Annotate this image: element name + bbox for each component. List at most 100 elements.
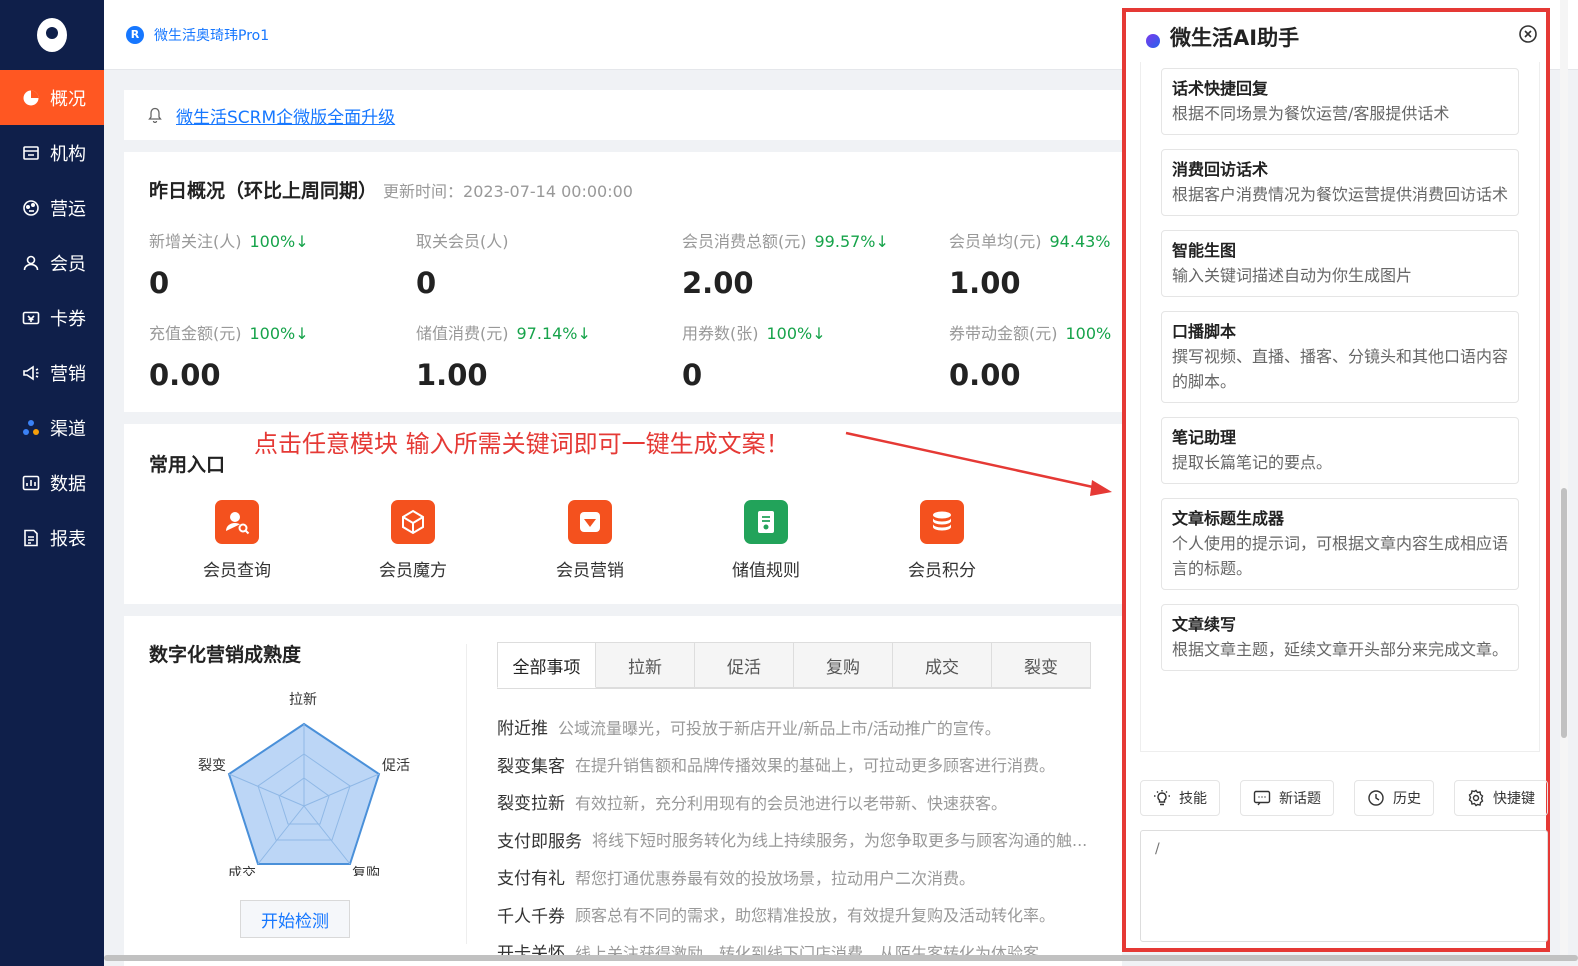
- metric-change: 97.14%↓: [516, 324, 591, 343]
- new-topic-button[interactable]: 新话题: [1240, 780, 1334, 816]
- metric-coupons-used: 用券数(张) 100%↓ 0: [682, 320, 947, 392]
- metric-label: 券带动金额(元) 100%: [949, 320, 1122, 344]
- tool-label: 新话题: [1279, 791, 1321, 807]
- entry-member-points[interactable]: 会员积分: [882, 500, 1002, 581]
- entries-title: 常用入口: [149, 454, 226, 476]
- sidebar-item-label: 渠道: [50, 418, 86, 440]
- close-icon[interactable]: [1518, 24, 1538, 44]
- org-name[interactable]: 微生活奥琦玮Pro1: [154, 25, 269, 45]
- ai-chat-input[interactable]: [1140, 830, 1548, 942]
- entry-label: 会员积分: [908, 561, 976, 581]
- skill-script[interactable]: 口播脚本撰写视频、直播、播客、分镜头和其他口语内容的脚本。: [1161, 311, 1519, 403]
- gem-icon: [568, 500, 612, 544]
- divider: [466, 644, 467, 944]
- radar-label-new: 拉新: [289, 692, 317, 708]
- entry-stored-rules[interactable]: 储值规则: [706, 500, 826, 581]
- row-desc: 将线下短时服务转化为线上持续服务，为您争取更多与顾客沟通的触...: [592, 831, 1088, 851]
- list-item[interactable]: 支付有礼 帮您打通优惠券最有效的投放场景，拉动用户二次消费。: [497, 858, 1122, 896]
- ai-assistant-panel: 微生活AI助手 话术快捷回复 根据不同场景为餐饮运营/客服提供话术 消费回访话术根…: [1122, 8, 1550, 952]
- metric-label-text: 充值金额(元): [149, 324, 242, 343]
- entry-member-search[interactable]: 会员查询: [177, 500, 297, 581]
- tab-fission[interactable]: 裂变: [992, 642, 1091, 688]
- tab-repurchase[interactable]: 复购: [794, 642, 893, 688]
- overview-title-text: 昨日概况（环比上周同期）: [149, 180, 378, 202]
- ai-logo-icon: [1146, 34, 1160, 48]
- org-badge: R: [126, 25, 144, 44]
- overview-title: 昨日概况（环比上周同期） 更新时间：2023-07-14 00:00:00: [149, 176, 1122, 203]
- start-detect-button[interactable]: 开始检测: [240, 900, 350, 938]
- sidebar-item-member[interactable]: 会员: [0, 235, 104, 290]
- list-item[interactable]: 裂变集客 在提升销售额和品牌传播效果的基础上，可拉动更多顾客进行消费。: [497, 746, 1122, 784]
- skill-desc: 撰写视频、直播、播客、分镜头和其他口语内容的脚本。: [1172, 347, 1509, 391]
- metric-label-text: 用券数(张): [682, 324, 759, 343]
- row-name: 千人千券: [497, 906, 565, 927]
- list-item[interactable]: 裂变拉新 有效拉新，充分利用现有的会员池进行以老带新、快速获客。: [497, 783, 1122, 821]
- maturity-tabs: 全部事项 拉新 促活 复购 成交 裂变: [497, 642, 1091, 689]
- skill-continue[interactable]: 文章续写 根据文章主题，延续文章开头部分来完成文章。: [1161, 604, 1519, 671]
- row-desc: 在提升销售额和品牌传播效果的基础上，可拉动更多顾客进行消费。: [575, 756, 1056, 776]
- sidebar-item-label: 概况: [50, 88, 86, 110]
- sidebar-item-label: 营销: [50, 363, 86, 385]
- tab-deal[interactable]: 成交: [893, 642, 992, 688]
- entry-label: 储值规则: [732, 561, 800, 581]
- metric-label: 会员单均(元) 94.43%: [949, 228, 1122, 252]
- list-item[interactable]: 千人千券 顾客总有不同的需求，助您精准投放，有效提升复购及活动转化率。: [497, 896, 1122, 934]
- campaign-list: 附近推 公域流量曝光，可投放于新店开业/新品上市/活动推广的宣传。 裂变集客 在提升…: [497, 708, 1122, 966]
- skill-image-gen[interactable]: 智能生图 输入关键词描述自动为你生成图片: [1161, 230, 1519, 297]
- entry-member-marketing[interactable]: 会员营销: [530, 500, 650, 581]
- sidebar-item-channel[interactable]: 渠道: [0, 400, 104, 455]
- entry-member-cube[interactable]: 会员魔方: [353, 500, 473, 581]
- history-button[interactable]: 历史: [1354, 780, 1434, 816]
- shortcuts-button[interactable]: 快捷键: [1454, 780, 1548, 816]
- row-name: 附近推: [497, 719, 548, 740]
- metric-change: 99.57%↓: [814, 232, 889, 251]
- metric-label: 会员消费总额(元) 99.57%↓: [682, 228, 947, 252]
- sidebar-item-label: 卡券: [50, 308, 86, 330]
- sidebar: 概况 机构 营运 会员 卡券 营销 渠道 数据 报表: [0, 0, 104, 966]
- metric-label-text: 会员单均(元): [949, 232, 1042, 251]
- list-item[interactable]: 支付即服务 将线下短时服务转化为线上持续服务，为您争取更多与顾客沟通的触...: [497, 821, 1122, 859]
- skill-title-gen[interactable]: 文章标题生成器 个人使用的提示词，可根据文章内容生成相应语言的标题。: [1161, 498, 1519, 590]
- metric-label: 新增关注(人) 100%↓: [149, 228, 414, 252]
- tool-label: 快捷键: [1493, 791, 1535, 807]
- metric-change: 100%: [1065, 324, 1112, 343]
- metric-avg-order: 会员单均(元) 94.43% 1.00: [949, 228, 1122, 300]
- radar-label-deal: 成交: [228, 865, 256, 876]
- entry-label: 会员查询: [203, 561, 271, 581]
- metric-label: 用券数(张) 100%↓: [682, 320, 947, 344]
- sidebar-item-data[interactable]: 数据: [0, 455, 104, 510]
- skill-notes[interactable]: 笔记助理 提取长篇笔记的要点。: [1161, 417, 1519, 484]
- tab-new[interactable]: 拉新: [596, 642, 695, 688]
- list-item[interactable]: 附近推 公域流量曝光，可投放于新店开业/新品上市/活动推广的宣传。: [497, 708, 1122, 746]
- tab-active[interactable]: 促活: [695, 642, 794, 688]
- metric-unfollow: 取关会员(人) 0: [416, 228, 681, 300]
- skill-name: 口播脚本: [1172, 322, 1237, 341]
- quick-entries-card: 常用入口 点击任意模块 输入所需关键词即可一键生成文案！ 会员查询 会员魔方 会…: [124, 424, 1122, 604]
- app-logo[interactable]: [0, 0, 104, 70]
- list-item[interactable]: 开卡关怀线上关注获得激励，转化到线下门店消费，从陌生客转化为体验客。: [497, 933, 1122, 966]
- sidebar-item-operations[interactable]: 营运: [0, 180, 104, 235]
- channel-icon: [22, 419, 40, 437]
- horizontal-scrollbar[interactable]: [104, 955, 1578, 961]
- skill-follow-up[interactable]: 消费回访话术 根据客户消费情况为餐饮运营提供消费回访话术: [1161, 149, 1519, 216]
- operations-icon: [22, 199, 40, 217]
- vertical-scrollbar[interactable]: [1560, 0, 1568, 960]
- tab-all[interactable]: 全部事项: [497, 642, 596, 688]
- skill-quick-reply[interactable]: 话术快捷回复 根据不同场景为餐饮运营/客服提供话术: [1161, 68, 1519, 135]
- coupon-icon: [22, 309, 40, 327]
- sidebar-item-marketing[interactable]: 营销: [0, 345, 104, 400]
- notice-link[interactable]: 微生活SCRM企微版全面升级: [176, 103, 395, 128]
- sidebar-item-report[interactable]: 报表: [0, 510, 104, 565]
- metric-new-follow: 新增关注(人) 100%↓ 0: [149, 228, 414, 300]
- metric-label-text: 取关会员(人): [416, 232, 509, 251]
- skills-button[interactable]: 技能: [1140, 780, 1220, 816]
- pie-chart-icon: [22, 89, 40, 107]
- metric-stored-spend: 储值消费(元) 97.14%↓ 1.00: [416, 320, 681, 392]
- sidebar-item-coupon[interactable]: 卡券: [0, 290, 104, 345]
- scroll-thumb[interactable]: [1561, 488, 1567, 738]
- metric-value: 1.00: [416, 358, 488, 392]
- notice-bar: 微生活SCRM企微版全面升级: [124, 90, 1122, 140]
- sidebar-item-overview[interactable]: 概况: [0, 70, 104, 125]
- skill-name: 智能生图: [1172, 241, 1237, 260]
- sidebar-item-org[interactable]: 机构: [0, 125, 104, 180]
